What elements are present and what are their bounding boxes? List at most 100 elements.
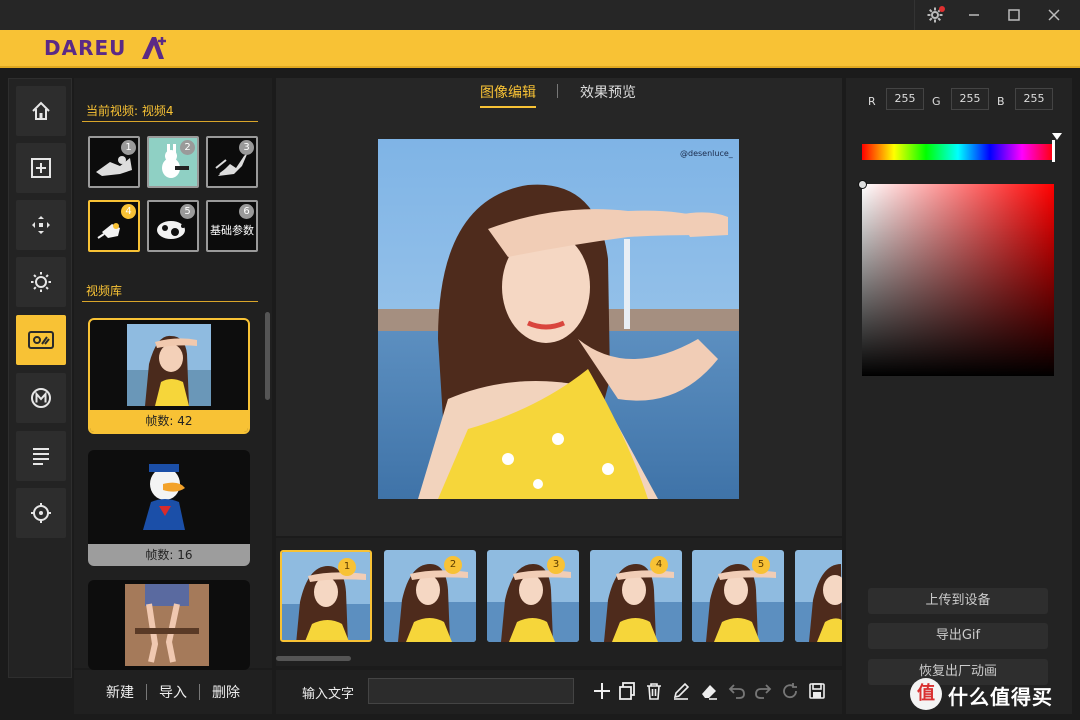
undo-icon bbox=[728, 684, 745, 699]
library-thumbnail bbox=[125, 454, 209, 536]
timeline-frame[interactable]: 2 bbox=[384, 550, 476, 642]
video-panel: 当前视频: 视频4 1 2 3 4 5 基础参数 6 视频库 帧数: 42 帧数… bbox=[74, 78, 272, 670]
frame-number: 2 bbox=[444, 556, 462, 574]
list-icon bbox=[33, 448, 49, 465]
export-gif-button[interactable]: 导出Gif bbox=[868, 623, 1048, 649]
slot-number: 5 bbox=[180, 204, 195, 219]
upload-to-device-button[interactable]: 上传到设备 bbox=[868, 588, 1048, 614]
video-slot-2[interactable]: 2 bbox=[147, 136, 199, 188]
close-button[interactable] bbox=[1034, 0, 1074, 30]
timeline-scrollbar[interactable] bbox=[276, 656, 351, 661]
frame-thumbnail bbox=[282, 552, 370, 640]
sun-icon bbox=[31, 272, 51, 292]
main-photo bbox=[378, 139, 739, 499]
saturation-value-picker[interactable] bbox=[862, 184, 1054, 376]
frame-number: 5 bbox=[752, 556, 770, 574]
editor-canvas: 图像编辑 效果预览 @desenluce_ bbox=[276, 78, 842, 536]
library-item[interactable]: 帧数: 42 bbox=[88, 318, 250, 434]
g-value-input[interactable]: 255 bbox=[951, 88, 989, 110]
text-input-label: 输入文字 bbox=[302, 687, 355, 702]
library-scrollbar[interactable] bbox=[265, 312, 270, 400]
import-button[interactable]: 导入 bbox=[159, 682, 187, 702]
library-title: 视频库 bbox=[86, 284, 123, 298]
undo-button[interactable] bbox=[726, 680, 748, 702]
text-input[interactable] bbox=[368, 678, 574, 704]
redo-button[interactable] bbox=[752, 680, 774, 702]
save-button[interactable] bbox=[806, 680, 828, 702]
section-divider bbox=[82, 121, 258, 122]
nav-target[interactable] bbox=[16, 488, 66, 538]
video-slot-4[interactable]: 4 bbox=[88, 200, 140, 252]
slot-label: 基础参数 bbox=[210, 224, 254, 237]
separator bbox=[199, 684, 200, 700]
refresh-icon bbox=[783, 683, 797, 699]
new-button[interactable]: 新建 bbox=[106, 682, 134, 702]
library-item[interactable] bbox=[88, 580, 250, 670]
editor-tabs: 图像编辑 效果预览 bbox=[276, 78, 842, 108]
tab-image-edit[interactable]: 图像编辑 bbox=[480, 82, 536, 108]
hue-marker-icon[interactable] bbox=[1052, 133, 1062, 140]
video-slot-6-basic-params[interactable]: 基础参数 6 bbox=[206, 200, 258, 252]
r-value-input[interactable]: 255 bbox=[886, 88, 924, 110]
video-slot-1[interactable]: 1 bbox=[88, 136, 140, 188]
add-square-icon bbox=[31, 158, 51, 178]
pen-button[interactable] bbox=[670, 680, 692, 702]
brand-logo: DAREU bbox=[44, 36, 127, 60]
site-watermark: 值 什么值得买 bbox=[908, 676, 1080, 712]
timeline-frame[interactable]: 5 bbox=[692, 550, 784, 642]
notification-dot bbox=[939, 6, 945, 12]
delete-button[interactable]: 删除 bbox=[212, 682, 240, 702]
add-frame-button[interactable] bbox=[591, 680, 613, 702]
nav-home[interactable] bbox=[16, 86, 66, 136]
crosshair-icon bbox=[31, 503, 51, 523]
video-slot-3[interactable]: 3 bbox=[206, 136, 258, 188]
edit-toolbar: 输入文字 bbox=[276, 670, 842, 714]
library-item[interactable]: 帧数: 16 bbox=[88, 450, 250, 566]
g-label: G bbox=[932, 95, 941, 108]
delete-frame-button[interactable] bbox=[643, 680, 665, 702]
add-icon bbox=[594, 683, 610, 699]
refresh-button[interactable] bbox=[779, 680, 801, 702]
maximize-button[interactable] bbox=[994, 0, 1034, 30]
settings-button[interactable] bbox=[914, 0, 954, 30]
macro-m-icon bbox=[31, 388, 51, 408]
tab-effect-preview[interactable]: 效果预览 bbox=[580, 82, 636, 102]
eraser-button[interactable] bbox=[698, 680, 720, 702]
separator bbox=[146, 684, 147, 700]
slot-number: 6 bbox=[239, 204, 254, 219]
frame-count: 帧数: 16 bbox=[88, 544, 250, 566]
timeline-frame-partial[interactable] bbox=[795, 550, 842, 642]
frame-timeline: 1 2 3 4 5 bbox=[276, 538, 842, 666]
hue-slider[interactable] bbox=[862, 144, 1054, 160]
nav-screen-video[interactable] bbox=[16, 315, 66, 365]
nav-text[interactable] bbox=[16, 431, 66, 481]
nav-add[interactable] bbox=[16, 143, 66, 193]
color-picker-handle[interactable] bbox=[858, 180, 867, 189]
frame-number: 3 bbox=[547, 556, 565, 574]
copy-icon bbox=[619, 682, 635, 700]
frame-thumbnail bbox=[795, 550, 842, 642]
hue-handle[interactable] bbox=[1052, 140, 1055, 162]
timeline-frame[interactable]: 1 bbox=[280, 550, 372, 642]
save-icon bbox=[809, 683, 825, 699]
video-slot-5[interactable]: 5 bbox=[147, 200, 199, 252]
main-image[interactable]: @desenluce_ bbox=[378, 139, 739, 499]
minimize-icon bbox=[969, 14, 979, 16]
nav-move[interactable] bbox=[16, 200, 66, 250]
copy-frame-button[interactable] bbox=[616, 680, 638, 702]
watermark-text: 什么值得买 bbox=[948, 685, 1053, 709]
timeline-frame[interactable]: 3 bbox=[487, 550, 579, 642]
minimize-button[interactable] bbox=[954, 0, 994, 30]
trash-icon bbox=[647, 683, 661, 700]
frame-thumbnail bbox=[384, 550, 476, 642]
timeline-frame[interactable]: 4 bbox=[590, 550, 682, 642]
frame-number: 1 bbox=[338, 558, 356, 576]
left-nav bbox=[8, 78, 72, 678]
nav-lighting[interactable] bbox=[16, 257, 66, 307]
frame-thumbnail bbox=[692, 550, 784, 642]
color-panel: R 255 G 255 B 255 上传到设备 导出Gif 恢复出厂动画 bbox=[846, 78, 1072, 714]
b-value-input[interactable]: 255 bbox=[1015, 88, 1053, 110]
frame-thumbnail bbox=[590, 550, 682, 642]
nav-macro[interactable] bbox=[16, 373, 66, 423]
current-video-title: 当前视频: 视频4 bbox=[86, 104, 174, 118]
